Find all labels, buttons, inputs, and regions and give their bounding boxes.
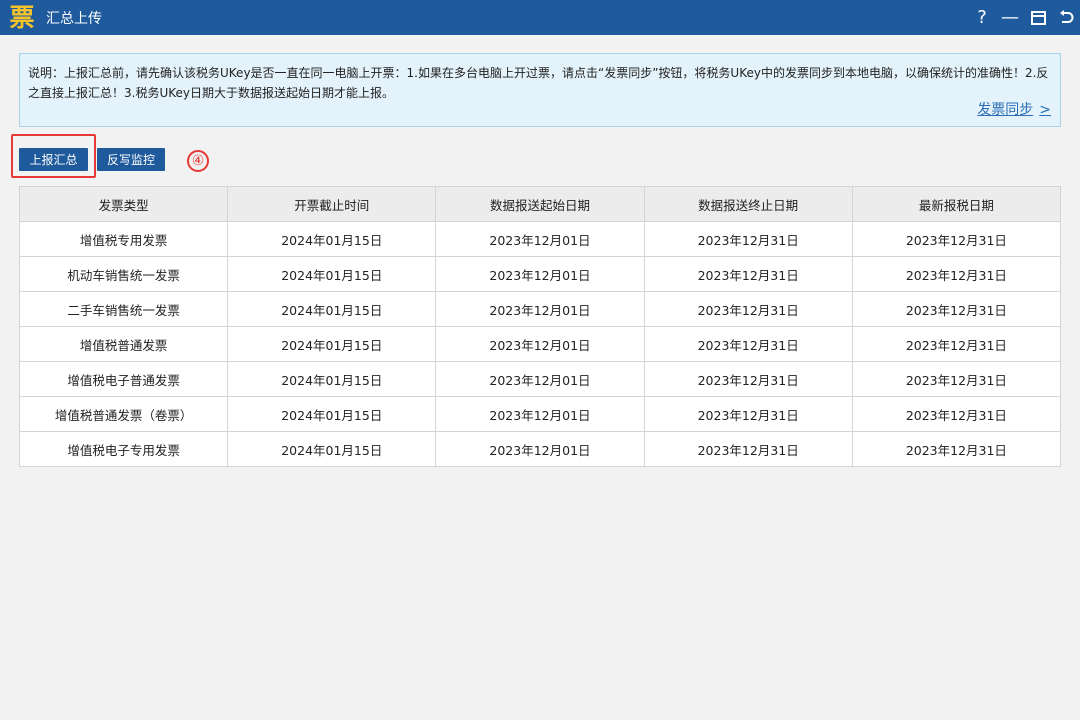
table-cell: 增值税普通发票（卷票） [18,396,229,432]
table-cell: 2023年12月31日 [643,431,853,467]
maximize-icon [1030,10,1046,25]
step-marker: ④ [187,150,209,172]
notice-panel: 说明：上报汇总前，请先确认该税务UKey是否一直在同一电脑上开票：1.如果在多台… [19,53,1061,127]
table-cell: 2023年12月01日 [435,396,645,432]
table-cell: 2023年12月31日 [643,396,853,432]
table-cell: 2023年12月01日 [435,291,645,327]
table-cell: 2023年12月31日 [851,256,1062,292]
table-cell: 2023年12月01日 [435,431,645,467]
table-row[interactable]: 增值税电子专用发票 2024年01月15日 2023年12月01日 2023年1… [18,431,1062,467]
table-cell: 2023年12月31日 [643,291,853,327]
column-header: 开票截止时间 [227,186,437,222]
column-header: 数据报送起始日期 [435,186,645,222]
table-cell: 2023年12月31日 [851,326,1062,362]
table-cell: 2023年12月31日 [851,221,1062,257]
table-cell: 2023年12月01日 [435,221,645,257]
table-cell: 2024年01月15日 [227,256,437,292]
invoice-summary-table: 发票类型 开票截止时间 数据报送起始日期 数据报送终止日期 最新报税日期 增值税… [18,186,1062,467]
table-cell: 2023年12月31日 [851,291,1062,327]
notice-text: 说明：上报汇总前，请先确认该税务UKey是否一直在同一电脑上开票：1.如果在多台… [28,66,1049,100]
table-cell: 二手车销售统一发票 [18,291,229,327]
window-controls: ? — [968,0,1080,35]
column-header: 数据报送终止日期 [643,186,853,222]
invoice-sync-label: 发票同步 [977,102,1034,118]
table-row[interactable]: 增值税电子普通发票 2024年01月15日 2023年12月01日 2023年1… [18,361,1062,397]
reverse-monitor-button[interactable]: 反写监控 [97,148,165,171]
table-cell: 机动车销售统一发票 [18,256,229,292]
table-cell: 2023年12月31日 [643,221,853,257]
invoice-app-icon: 票 [9,3,35,32]
table-row[interactable]: 机动车销售统一发票 2024年01月15日 2023年12月01日 2023年1… [18,256,1062,292]
column-header: 发票类型 [18,186,229,222]
invoice-sync-link[interactable]: 发票同步 > [977,99,1051,119]
table-cell: 2023年12月31日 [851,431,1062,467]
column-header: 最新报税日期 [851,186,1062,222]
table-cell: 2024年01月15日 [227,326,437,362]
table-cell: 2024年01月15日 [227,361,437,397]
table-cell: 2023年12月01日 [435,326,645,362]
window-title: 汇总上传 [46,10,102,27]
table-cell: 2023年12月31日 [851,396,1062,432]
table-cell: 增值税电子普通发票 [18,361,229,397]
table-cell: 2023年12月31日 [851,361,1062,397]
minimize-button[interactable]: — [996,0,1024,35]
table-cell: 2024年01月15日 [227,431,437,467]
table-cell: 2023年12月31日 [643,361,853,397]
table-row[interactable]: 增值税普通发票（卷票） 2024年01月15日 2023年12月01日 2023… [18,396,1062,432]
back-button[interactable] [1052,0,1080,35]
table-cell: 2024年01月15日 [227,221,437,257]
table-row[interactable]: 增值税专用发票 2024年01月15日 2023年12月01日 2023年12月… [18,221,1062,257]
table-cell: 增值税电子专用发票 [18,431,229,467]
undo-arrow-icon [1058,9,1074,26]
table-cell: 2023年12月01日 [435,256,645,292]
table-row[interactable]: 二手车销售统一发票 2024年01月15日 2023年12月01日 2023年1… [18,291,1062,327]
table-cell: 2023年12月31日 [643,256,853,292]
table-cell: 2024年01月15日 [227,291,437,327]
table-cell: 增值税普通发票 [18,326,229,362]
maximize-button[interactable] [1024,0,1052,35]
help-button[interactable]: ? [968,0,996,35]
title-bar: 票 汇总上传 ? — [0,0,1080,35]
highlight-box [11,134,96,178]
chevron-right-icon: > [1039,102,1051,118]
table-cell: 2024年01月15日 [227,396,437,432]
table-row[interactable]: 增值税普通发票 2024年01月15日 2023年12月01日 2023年12月… [18,326,1062,362]
table-cell: 2023年12月31日 [643,326,853,362]
table-header-row: 发票类型 开票截止时间 数据报送起始日期 数据报送终止日期 最新报税日期 [18,186,1062,222]
table-cell: 2023年12月01日 [435,361,645,397]
table-cell: 增值税专用发票 [18,221,229,257]
